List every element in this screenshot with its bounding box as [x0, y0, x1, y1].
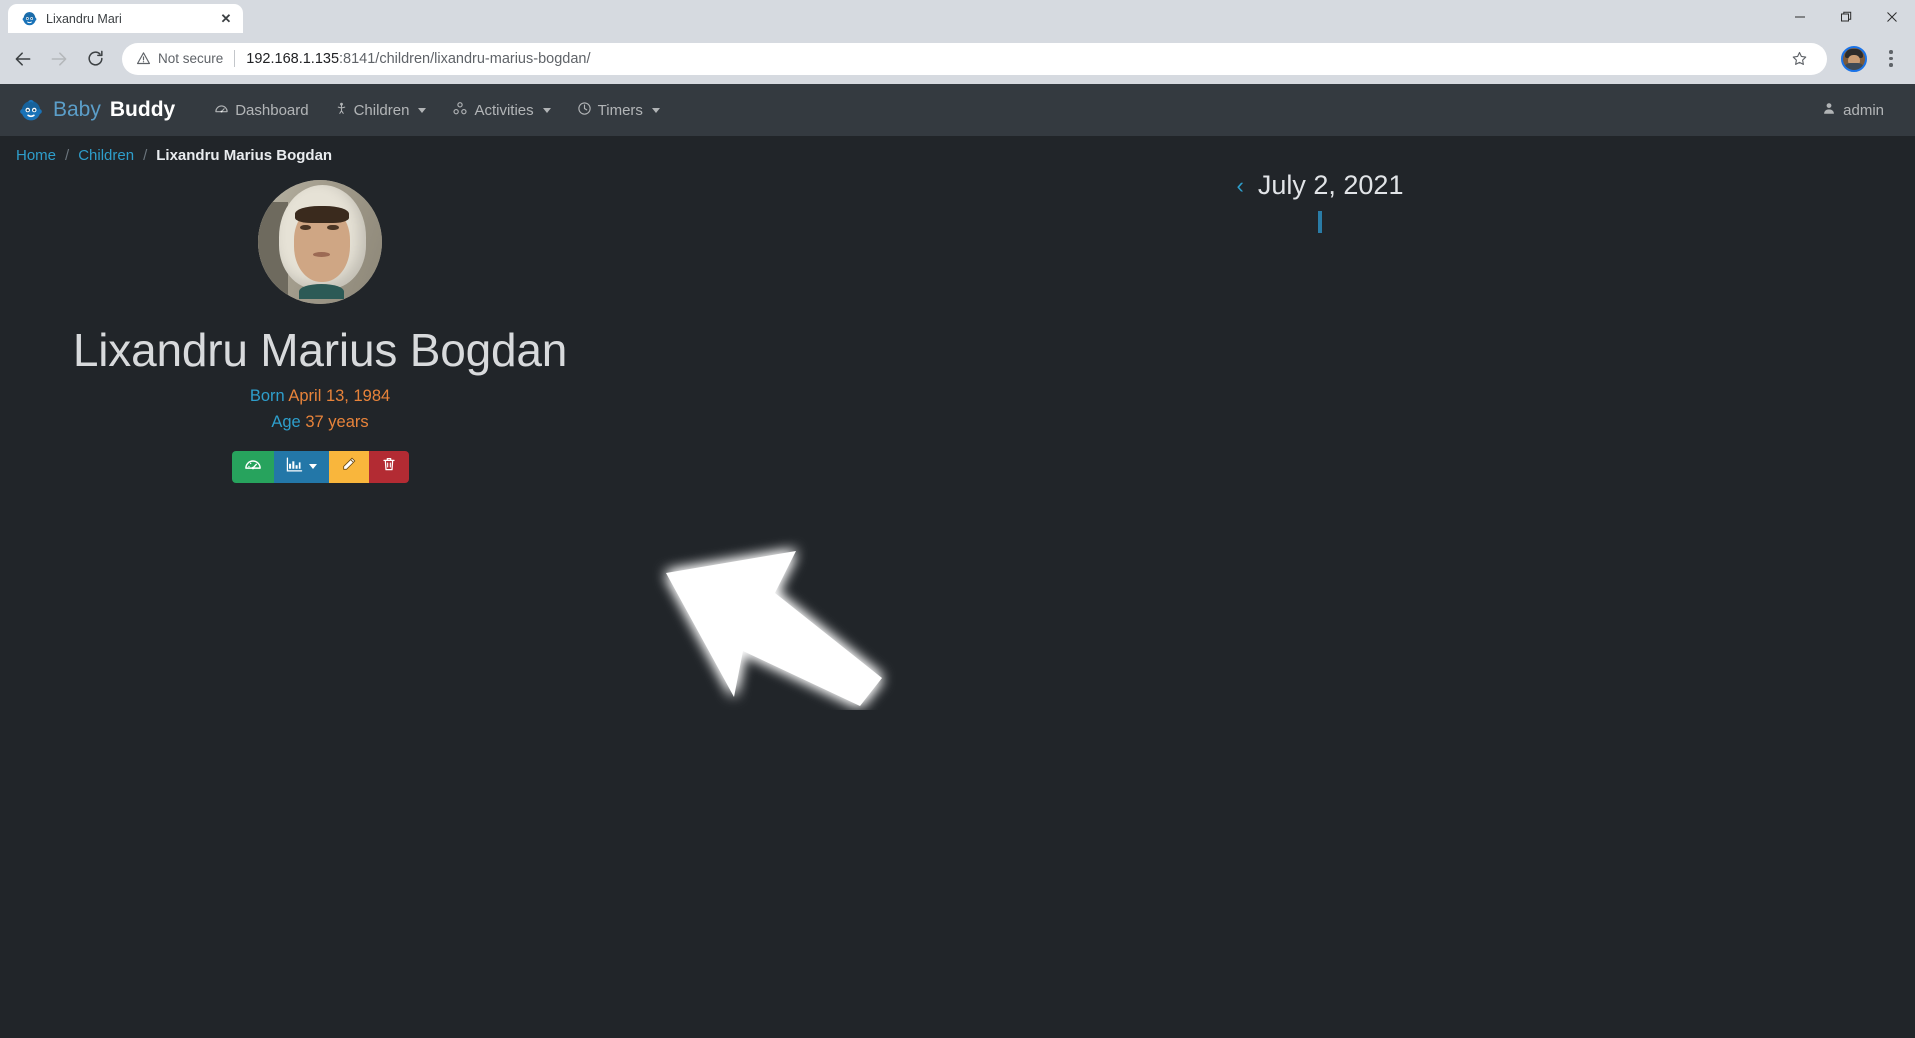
window-minimize-button[interactable]	[1777, 0, 1823, 33]
omnibox-separator	[234, 50, 236, 67]
pencil-icon	[341, 456, 357, 477]
nav-item-children[interactable]: Children	[322, 93, 440, 128]
nav-item-dashboard[interactable]: Dashboard	[201, 93, 321, 128]
tab-favicon-baby-icon	[21, 10, 38, 27]
breadcrumb-separator: /	[65, 147, 70, 164]
browser-tab[interactable]: Lixandru Mari ✕	[8, 4, 243, 33]
url-host: 192.168.1.135	[246, 50, 340, 67]
previous-date-chevron-icon[interactable]: ‹	[1237, 174, 1244, 197]
photo-mouth	[312, 251, 330, 257]
kebab-dot	[1889, 56, 1893, 61]
chevron-down-icon	[308, 464, 317, 470]
tab-title: Lixandru Mari	[46, 11, 122, 26]
nav-label-timers: Timers	[597, 101, 643, 119]
current-date-label: July 2, 2021	[1257, 170, 1404, 200]
child-reports-button[interactable]	[273, 450, 329, 483]
nav-label-dashboard: Dashboard	[235, 101, 309, 119]
back-arrow-icon[interactable]	[6, 42, 40, 76]
large-white-arrow-pointer	[630, 520, 900, 710]
tab-close-icon[interactable]: ✕	[217, 10, 235, 28]
brand-second-word: Buddy	[109, 98, 176, 121]
child-profile-panel: Lixandru Marius Bogdan Born April 13, 19…	[0, 170, 640, 483]
kebab-dot	[1889, 50, 1893, 54]
url-path: :8141/children/lixandru-marius-bogdan/	[339, 50, 591, 67]
app-navbar: Baby Buddy Dashboard Children Activities…	[0, 84, 1915, 136]
breadcrumb-home-link[interactable]: Home	[16, 147, 56, 164]
date-row: ‹ July 2, 2021	[1237, 170, 1404, 201]
window-controls	[1777, 0, 1915, 33]
activities-icon	[452, 101, 468, 120]
age-value: 37 years	[305, 412, 369, 431]
window-maximize-button[interactable]	[1823, 0, 1869, 33]
warning-triangle-icon	[136, 52, 151, 65]
breadcrumb-separator: /	[143, 147, 148, 164]
nav-user-menu[interactable]: admin	[1816, 93, 1897, 128]
child-icon	[335, 101, 348, 120]
three-dot-menu-icon[interactable]	[1877, 44, 1905, 74]
reload-icon[interactable]	[78, 42, 112, 76]
bar-chart-icon	[286, 456, 303, 478]
date-navigator: ‹ July 2, 2021	[1160, 170, 1480, 233]
browser-chrome: Lixandru Mari ✕ Not secure 192.168.1.135…	[0, 0, 1915, 84]
chevron-down-icon	[418, 107, 427, 113]
photo-eye-right	[327, 224, 339, 231]
baby-face-logo-icon	[18, 97, 44, 123]
nav-item-timers[interactable]: Timers	[564, 93, 673, 128]
star-icon[interactable]	[1785, 45, 1813, 73]
child-action-buttons	[231, 450, 409, 483]
clock-icon	[577, 101, 592, 120]
forward-arrow-icon[interactable]	[42, 42, 76, 76]
nav-label-children: Children	[353, 101, 410, 119]
dashboard-gauge-icon	[214, 101, 229, 120]
browser-toolbar: Not secure 192.168.1.135:8141/children/l…	[0, 33, 1915, 84]
chevron-down-icon	[542, 107, 551, 113]
browser-profile-avatar[interactable]	[1841, 45, 1867, 72]
user-icon	[1822, 101, 1836, 120]
chevron-down-icon	[651, 107, 660, 113]
baby-buddy-app: Baby Buddy Dashboard Children Activities…	[0, 84, 1915, 1038]
avatar-body	[1844, 62, 1864, 70]
address-bar[interactable]: Not secure 192.168.1.135:8141/children/l…	[122, 42, 1827, 75]
photo-fringe	[295, 206, 349, 224]
window-close-button[interactable]	[1869, 0, 1915, 33]
breadcrumb-current: Lixandru Marius Bogdan	[156, 147, 333, 164]
nav-label-activities: Activities	[474, 101, 534, 119]
date-indicator-bar	[1318, 211, 1322, 233]
child-delete-button[interactable]	[368, 450, 409, 483]
age-label: Age	[271, 412, 301, 431]
kebab-dot	[1889, 63, 1893, 67]
child-dashboard-button[interactable]	[231, 450, 274, 483]
security-status[interactable]: Not secure	[136, 51, 223, 66]
born-label: Born	[249, 386, 285, 405]
child-name-heading: Lixandru Marius Bogdan	[72, 324, 568, 376]
child-born-row: Born April 13, 1984	[250, 387, 390, 406]
security-label: Not secure	[158, 51, 224, 66]
brand-first-word: Baby	[53, 98, 101, 121]
breadcrumb: Home / Children / Lixandru Marius Bogdan	[0, 136, 1915, 170]
brand-logo-link[interactable]: Baby Buddy	[18, 97, 175, 123]
nav-item-activities[interactable]: Activities	[439, 93, 563, 128]
child-age-row: Age 37 years	[271, 413, 368, 432]
nav-user-label: admin	[1843, 101, 1884, 119]
browser-tabstrip: Lixandru Mari ✕	[0, 0, 1915, 33]
navbar-menu: Dashboard Children Activities Timers	[201, 93, 673, 128]
gauge-icon	[244, 455, 262, 478]
child-edit-button[interactable]	[328, 450, 369, 483]
trash-icon	[381, 456, 397, 477]
url-text: 192.168.1.135:8141/children/lixandru-mar…	[246, 51, 1779, 67]
born-value: April 13, 1984	[288, 386, 391, 405]
breadcrumb-children-link[interactable]: Children	[78, 147, 134, 164]
photo-collar	[298, 284, 344, 300]
child-avatar-photo	[258, 180, 382, 304]
